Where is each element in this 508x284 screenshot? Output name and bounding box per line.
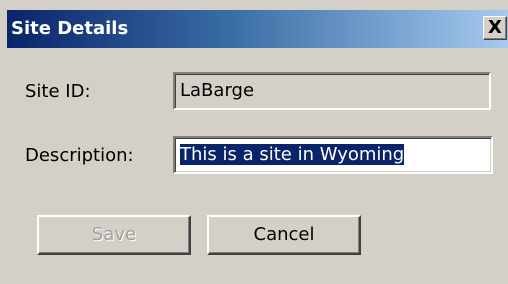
site-id-label: Site ID: (25, 81, 91, 102)
close-icon: X (488, 17, 502, 38)
cancel-button-label: Cancel (253, 224, 315, 245)
save-button-label: Save (91, 224, 137, 245)
description-input[interactable]: This is a site in Wyoming (173, 136, 493, 174)
description-selected-text: This is a site in Wyoming (180, 144, 405, 165)
close-button[interactable]: X (483, 16, 507, 40)
site-id-value: LaBarge (180, 80, 255, 101)
site-id-field: LaBarge (173, 72, 491, 110)
dialog-title: Site Details (11, 18, 129, 39)
title-bar[interactable]: Site Details X (7, 10, 508, 48)
site-details-dialog: Site Details X Site ID: LaBarge Descript… (0, 0, 508, 284)
save-button[interactable]: Save (37, 215, 191, 255)
description-label: Description: (25, 145, 134, 166)
cancel-button[interactable]: Cancel (207, 215, 361, 255)
